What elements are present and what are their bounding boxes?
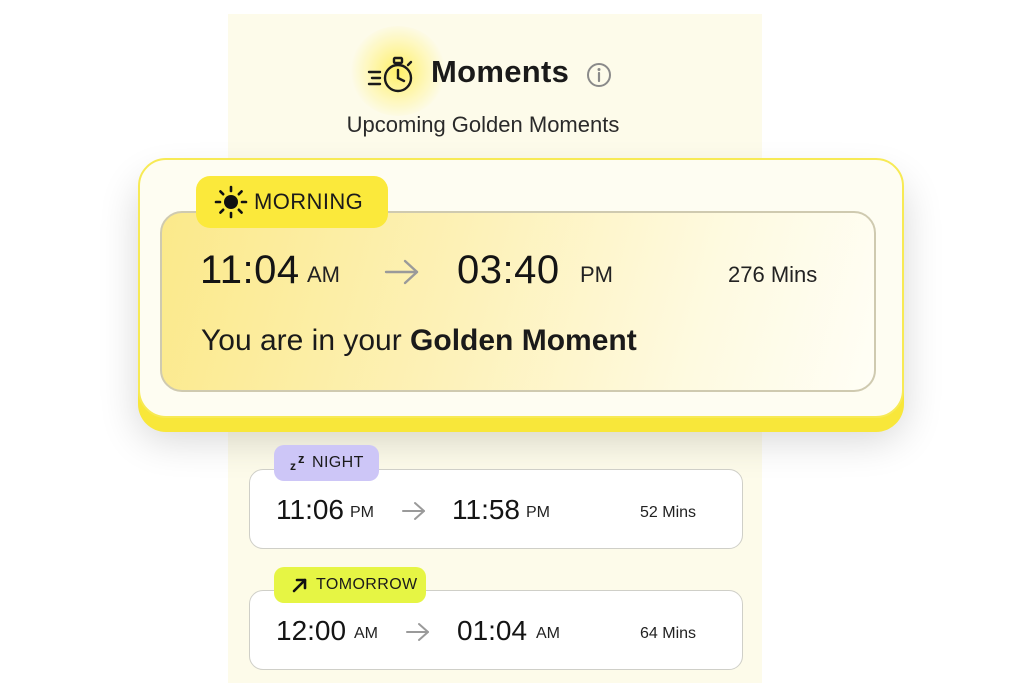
night-end-period: PM xyxy=(526,504,550,521)
page-title: Moments xyxy=(431,54,570,89)
info-icon[interactable] xyxy=(586,62,612,88)
night-chip-label: NIGHT xyxy=(312,454,364,471)
night-start-period: PM xyxy=(350,504,374,521)
night-chip: zz NIGHT xyxy=(274,445,379,481)
status-emphasis: Golden Moment xyxy=(410,324,637,357)
night-start-time: 11:06 xyxy=(276,494,344,525)
sun-icon xyxy=(214,185,248,219)
end-time: 03:40 xyxy=(457,248,560,292)
tomorrow-end-period: AM xyxy=(536,625,560,642)
morning-chip: MORNING xyxy=(196,176,388,228)
tomorrow-chip-label: TOMORROW xyxy=(316,576,418,593)
page-subtitle: Upcoming Golden Moments xyxy=(346,112,620,137)
night-end-time: 11:58 xyxy=(452,494,520,525)
tomorrow-end-time: 01:04 xyxy=(457,615,528,646)
start-period: AM xyxy=(307,262,340,287)
status-prefix: You are in your xyxy=(201,324,402,357)
tomorrow-duration: 64 Mins xyxy=(640,625,697,642)
start-time: 11:04 xyxy=(200,248,300,292)
arrow-right-icon xyxy=(406,623,429,641)
end-period: PM xyxy=(580,262,613,287)
tomorrow-start-time: 12:00 xyxy=(276,615,347,646)
current-moment-inner xyxy=(160,211,876,392)
stopwatch-icon xyxy=(367,56,413,93)
sleep-zz-icon: zz xyxy=(290,451,305,473)
tomorrow-start-period: AM xyxy=(354,625,378,642)
arrow-up-right-icon xyxy=(292,578,307,593)
golden-moment-status: You are in your Golden Moment xyxy=(201,324,637,358)
morning-chip-label: MORNING xyxy=(254,189,364,214)
night-duration: 52 Mins xyxy=(640,504,697,521)
arrow-right-icon xyxy=(402,502,425,520)
duration-label: 276 Mins xyxy=(728,262,818,287)
arrow-right-icon xyxy=(384,259,419,285)
tomorrow-chip: TOMORROW xyxy=(274,567,426,603)
